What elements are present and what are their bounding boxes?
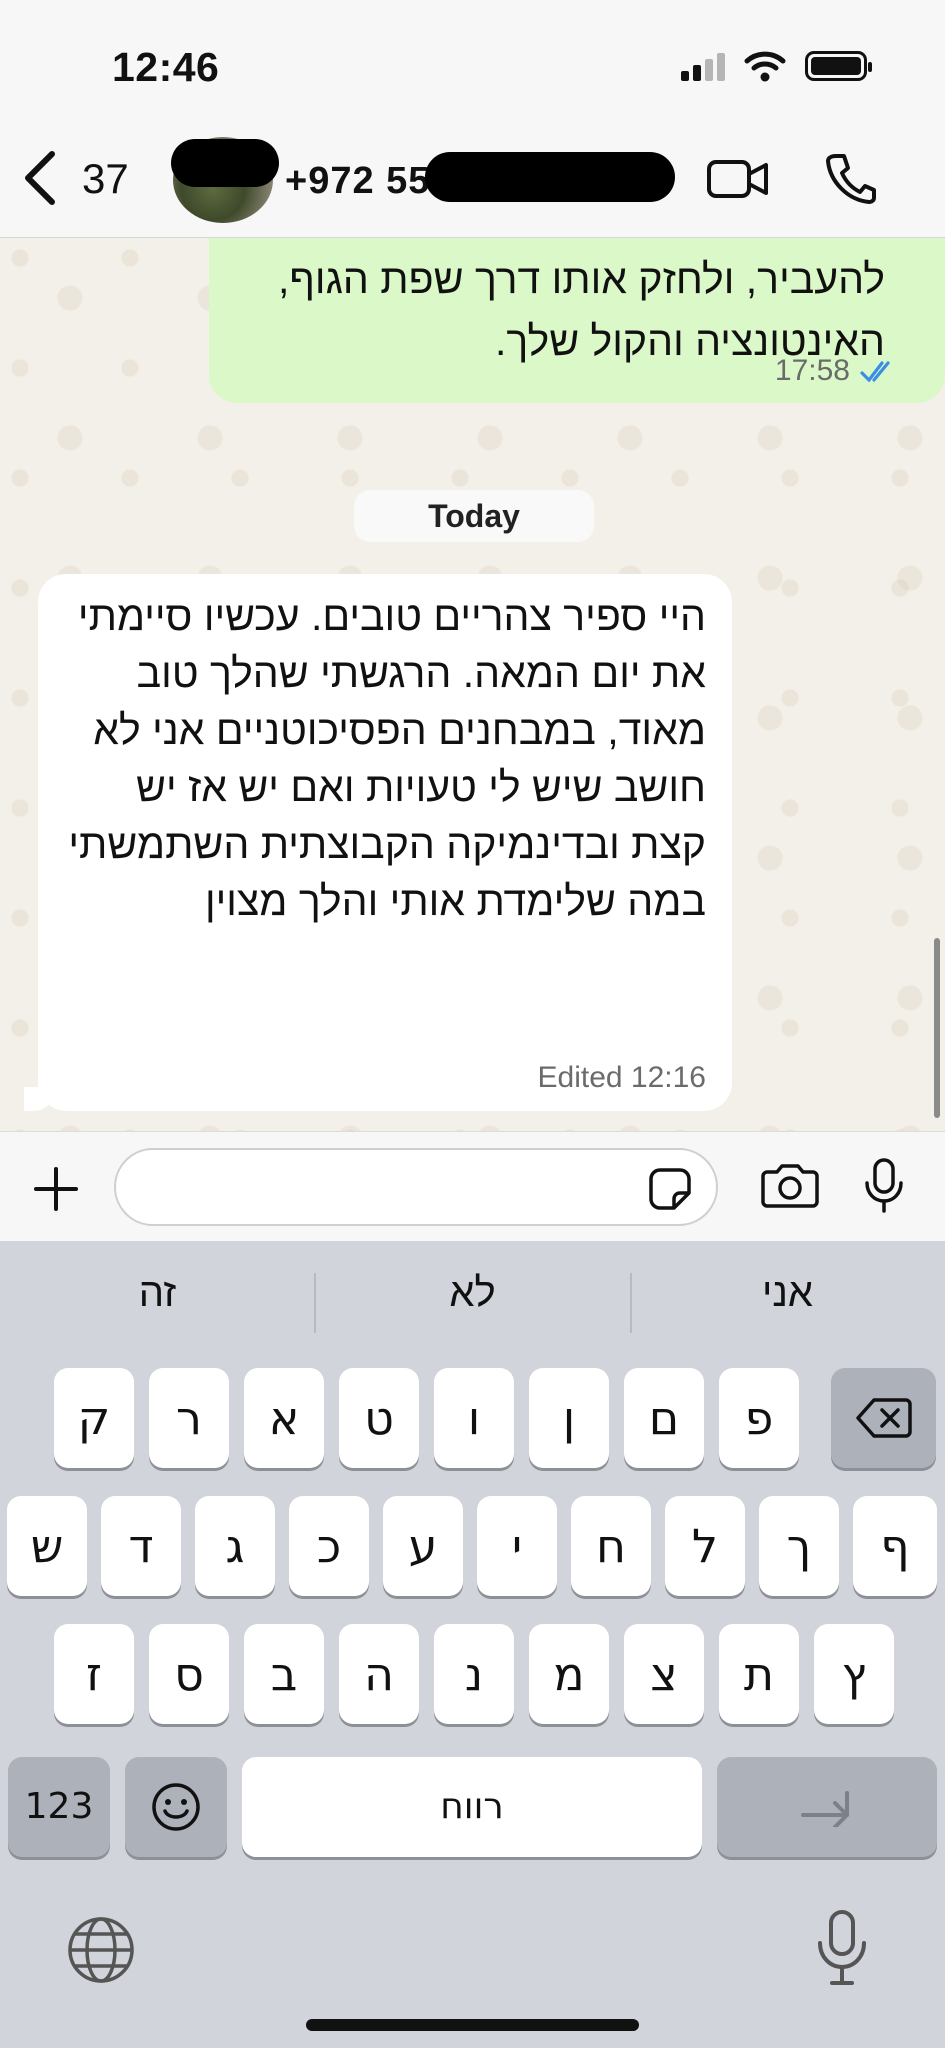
key[interactable]: ן (529, 1368, 609, 1468)
key[interactable]: נ (434, 1624, 514, 1724)
key[interactable]: ר (149, 1368, 229, 1468)
key[interactable]: ס (149, 1624, 229, 1724)
suggestion-bar: זה לא אני (0, 1241, 945, 1353)
key[interactable]: ץ (814, 1624, 894, 1724)
key[interactable]: ת (719, 1624, 799, 1724)
emoji-icon (152, 1783, 200, 1831)
key[interactable]: י (477, 1496, 557, 1596)
key[interactable]: צ (624, 1624, 704, 1724)
key[interactable]: ט (339, 1368, 419, 1468)
key[interactable]: כ (289, 1496, 369, 1596)
key[interactable]: ד (101, 1496, 181, 1596)
key[interactable]: ע (383, 1496, 463, 1596)
message-text: היי ספיר צהריים טובים. עכשיו סיימתי את י… (68, 593, 706, 924)
back-chevron-icon[interactable] (20, 150, 60, 206)
chat-area[interactable]: להעביר, ולחזק אותו דרך שפת הגוף, האינטונ… (0, 238, 945, 1131)
key[interactable]: ך (759, 1496, 839, 1596)
signal-icon (681, 53, 725, 81)
date-separator: Today (354, 490, 594, 542)
home-indicator[interactable] (306, 2019, 639, 2031)
message-meta: 17:58 (775, 354, 900, 388)
numbers-key[interactable]: 123 (8, 1757, 110, 1857)
message-input-wrapper[interactable] (114, 1148, 718, 1226)
sticker-icon[interactable] (648, 1167, 692, 1211)
unread-count[interactable]: 37 (82, 155, 129, 203)
key[interactable]: ם (624, 1368, 704, 1468)
key[interactable]: ה (339, 1624, 419, 1724)
key[interactable]: ק (54, 1368, 134, 1468)
suggestion-item[interactable]: אני (630, 1271, 945, 1316)
contact-name[interactable]: +972 55 (285, 160, 430, 203)
key[interactable]: מ (529, 1624, 609, 1724)
delete-key[interactable] (831, 1368, 936, 1468)
suggestion-item[interactable]: לא (315, 1271, 630, 1316)
chat-header: 12:46 37 +972 55 (0, 0, 945, 238)
outgoing-message[interactable]: להעביר, ולחזק אותו דרך שפת הגוף, האינטונ… (209, 238, 945, 403)
message-input[interactable] (136, 1160, 636, 1214)
suggestion-item[interactable]: זה (0, 1271, 315, 1316)
video-call-icon[interactable] (706, 157, 770, 201)
backspace-icon (855, 1398, 912, 1438)
emoji-key[interactable] (125, 1757, 227, 1857)
dictation-mic-icon[interactable] (814, 1909, 870, 1987)
key[interactable]: ג (195, 1496, 275, 1596)
camera-icon[interactable] (761, 1162, 819, 1208)
message-time: 12:16 (630, 1061, 706, 1094)
edited-label: Edited (537, 1061, 623, 1094)
key[interactable]: ו (434, 1368, 514, 1468)
keyboard: זה לא אני ק ר א ט ו ן ם פ ש ד ג כ ע י ח … (0, 1241, 945, 2048)
redaction-bar (171, 139, 279, 187)
phone-call-icon[interactable] (826, 152, 876, 204)
return-arrow-icon (801, 1791, 849, 1829)
microphone-icon[interactable] (862, 1157, 906, 1215)
key[interactable]: א (244, 1368, 324, 1468)
status-icons (679, 50, 872, 82)
wifi-icon (744, 51, 786, 82)
composer-bar (0, 1131, 945, 1241)
message-time: 17:58 (774, 354, 850, 387)
key[interactable]: ל (665, 1496, 745, 1596)
key[interactable]: ז (54, 1624, 134, 1724)
plus-icon[interactable] (32, 1165, 80, 1213)
key[interactable]: ף (853, 1496, 937, 1596)
key[interactable]: פ (719, 1368, 799, 1468)
scrollbar[interactable] (934, 938, 940, 1118)
key[interactable]: ש (7, 1496, 87, 1596)
battery-icon (805, 51, 872, 81)
key[interactable]: ח (571, 1496, 651, 1596)
redaction-bar (425, 152, 675, 202)
incoming-message[interactable]: היי ספיר צהריים טובים. עכשיו סיימתי את י… (24, 574, 732, 1111)
message-meta: Edited 12:16 (538, 1061, 707, 1095)
space-key[interactable]: רווח (242, 1757, 702, 1857)
key[interactable]: ב (244, 1624, 324, 1724)
status-time: 12:46 (112, 44, 220, 90)
globe-icon[interactable] (66, 1915, 136, 1985)
return-key[interactable] (717, 1757, 937, 1857)
read-ticks-icon (860, 361, 890, 383)
